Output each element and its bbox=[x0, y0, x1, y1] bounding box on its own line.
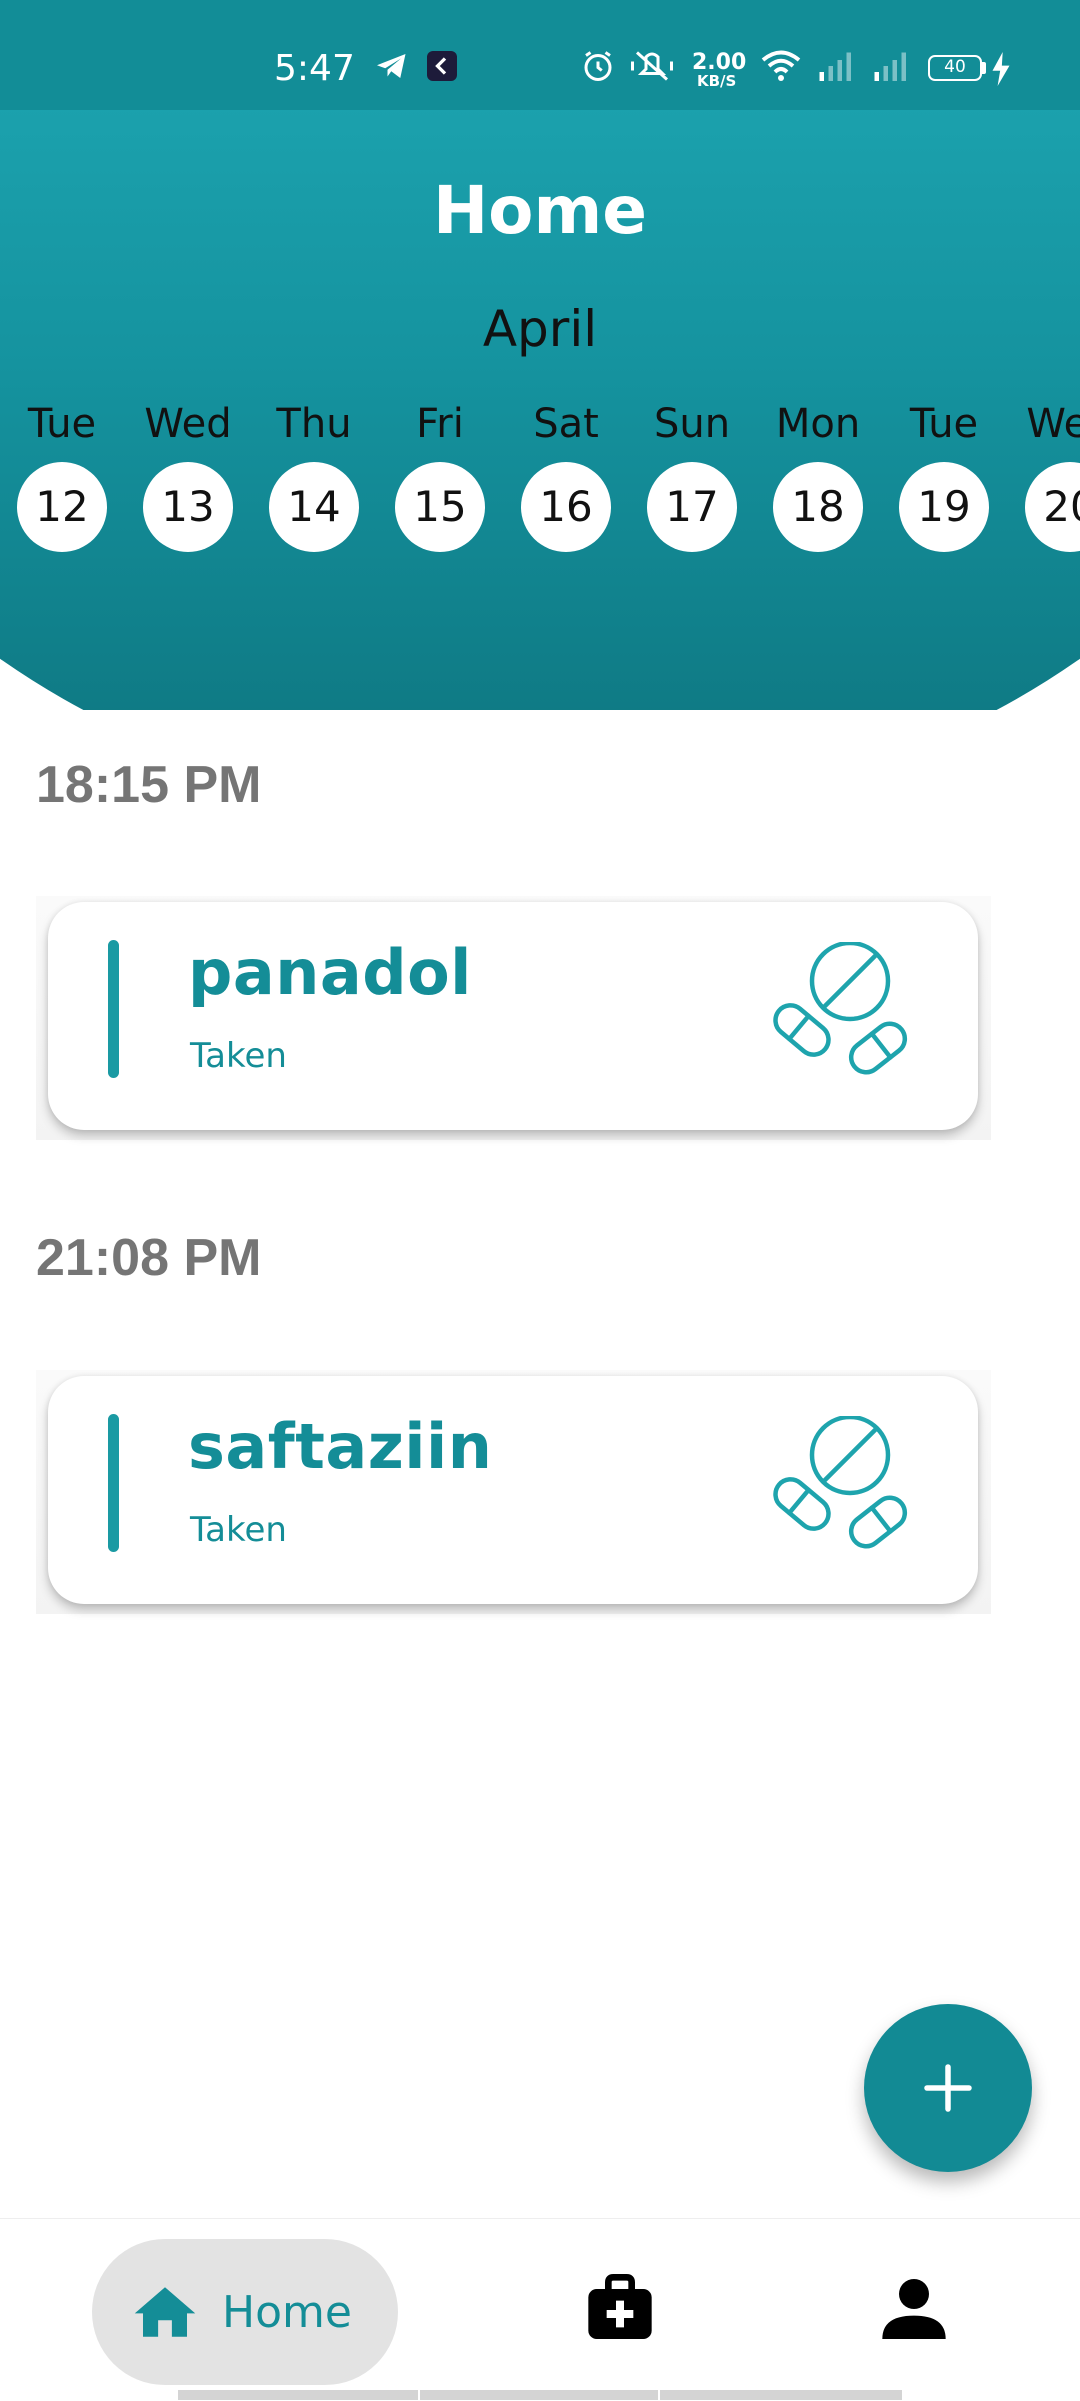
day-wed-20[interactable]: Wed 20 bbox=[1005, 400, 1080, 552]
gesture-bar-segment bbox=[420, 2390, 658, 2400]
medicine-card-container: saftaziin Taken bbox=[36, 1370, 991, 1614]
status-bar: 5:47 2.00 KB/S 40 bbox=[0, 0, 1080, 110]
day-number: 13 bbox=[143, 462, 233, 552]
day-tue-19[interactable]: Tue 19 bbox=[879, 400, 1009, 552]
card-accent-bar bbox=[108, 940, 119, 1078]
time-label: 21:08 PM bbox=[36, 1229, 262, 1287]
vibrate-mute-icon bbox=[631, 51, 673, 81]
day-sat-16[interactable]: Sat 16 bbox=[501, 400, 631, 552]
month-label: April bbox=[482, 300, 598, 358]
nav-profile-button[interactable] bbox=[874, 2269, 954, 2349]
medicine-status: Taken bbox=[190, 1036, 287, 1076]
signal-icon-1 bbox=[819, 52, 851, 81]
charging-icon bbox=[992, 52, 1010, 86]
medicine-name: panadol bbox=[188, 936, 472, 1009]
medicine-card[interactable]: panadol Taken bbox=[48, 902, 978, 1130]
signal-icon-2 bbox=[874, 52, 906, 81]
page-title: Home bbox=[432, 172, 648, 249]
day-name: Sat bbox=[533, 401, 599, 447]
battery-level: 40 bbox=[944, 57, 966, 77]
day-sun-17[interactable]: Sun 17 bbox=[627, 400, 757, 552]
day-name: Tue bbox=[909, 401, 979, 447]
day-name: Sun bbox=[653, 401, 731, 447]
day-name: Wed bbox=[1026, 401, 1080, 447]
telegram-icon bbox=[377, 54, 406, 78]
header: Home April Tue 12 Wed 13 Thu 14 Fri 15 S… bbox=[0, 110, 1080, 710]
day-number: 17 bbox=[647, 462, 737, 552]
medicine-name: saftaziin bbox=[188, 1410, 493, 1483]
plus-icon bbox=[924, 2064, 972, 2112]
day-fri-15[interactable]: Fri 15 bbox=[375, 400, 505, 552]
day-name: Mon bbox=[775, 401, 861, 447]
app-notification-icon bbox=[427, 51, 457, 81]
day-name: Wed bbox=[144, 401, 232, 447]
bottom-navigation: Home bbox=[0, 2218, 1080, 2401]
nav-home-label: Home bbox=[222, 2286, 352, 2338]
day-wed-13[interactable]: Wed 13 bbox=[123, 400, 253, 552]
medicine-card-container: panadol Taken bbox=[36, 896, 991, 1140]
wifi-icon bbox=[761, 50, 801, 81]
medicine-status: Taken bbox=[190, 1510, 287, 1550]
net-speed-unit: KB/S bbox=[697, 72, 737, 90]
time-label: 18:15 PM bbox=[36, 756, 262, 814]
day-number: 12 bbox=[17, 462, 107, 552]
day-tue-12[interactable]: Tue 12 bbox=[0, 400, 127, 552]
alarm-icon bbox=[584, 51, 612, 81]
day-number: 18 bbox=[773, 462, 863, 552]
gesture-bar-segment bbox=[660, 2390, 902, 2400]
card-accent-bar bbox=[108, 1414, 119, 1552]
gesture-bar-segment bbox=[178, 2390, 418, 2400]
day-number: 19 bbox=[899, 462, 989, 552]
nav-medicines-button[interactable] bbox=[580, 2269, 660, 2349]
pills-icon bbox=[773, 942, 908, 1075]
pills-icon bbox=[773, 1416, 908, 1549]
day-mon-18[interactable]: Mon 18 bbox=[753, 400, 883, 552]
day-name: Thu bbox=[276, 401, 352, 447]
medical-kit-icon bbox=[588, 2274, 652, 2339]
status-time: 5:47 bbox=[274, 48, 355, 89]
day-thu-14[interactable]: Thu 14 bbox=[249, 400, 379, 552]
battery-tip bbox=[982, 62, 986, 74]
day-number: 20 bbox=[1025, 462, 1080, 552]
day-number: 16 bbox=[521, 462, 611, 552]
add-medicine-button[interactable] bbox=[864, 2004, 1032, 2172]
day-number: 15 bbox=[395, 462, 485, 552]
day-name: Fri bbox=[416, 401, 464, 447]
nav-home-button[interactable]: Home bbox=[92, 2239, 398, 2385]
day-number: 14 bbox=[269, 462, 359, 552]
battery-icon: 40 bbox=[928, 55, 982, 81]
day-name: Tue bbox=[27, 401, 97, 447]
person-icon bbox=[882, 2279, 946, 2339]
home-icon bbox=[134, 2287, 196, 2337]
medicine-card[interactable]: saftaziin Taken bbox=[48, 1376, 978, 1604]
